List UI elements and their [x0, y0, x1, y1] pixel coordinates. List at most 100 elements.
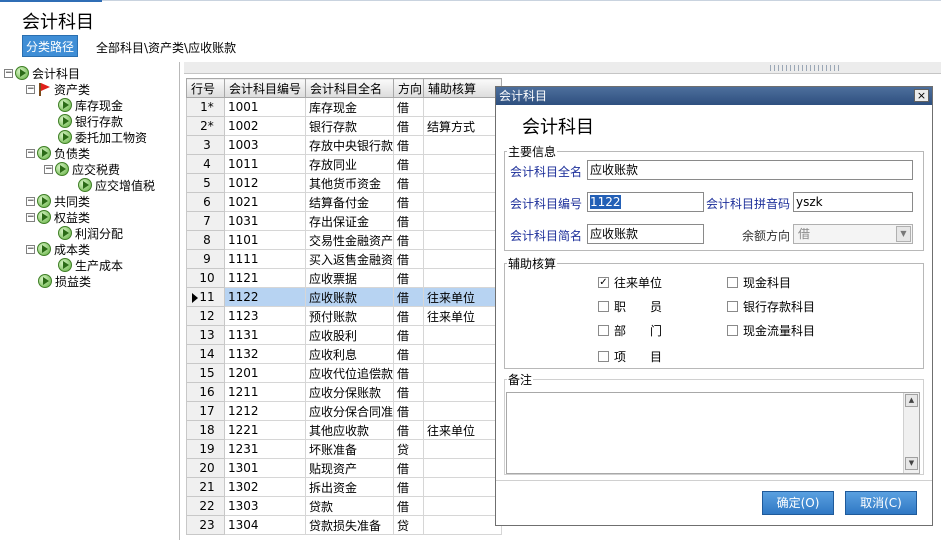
cell-direction[interactable]: 借: [393, 173, 425, 193]
cell-full-name[interactable]: 应收票据: [304, 268, 395, 288]
accounts-table[interactable]: 行号 会计科目编号 会计科目全名 方向 辅助核算 1* 1001 库存现金借 2* 10…: [186, 78, 503, 535]
cell-auxiliary[interactable]: [423, 230, 503, 250]
cell-row-no[interactable]: 9: [186, 249, 225, 269]
checkbox-box[interactable]: [598, 325, 609, 336]
cell-code[interactable]: 1212: [224, 401, 306, 421]
checkbox-box[interactable]: [727, 325, 738, 336]
table-row[interactable]: 23 1304 贷款损失准备贷: [186, 515, 503, 535]
table-row[interactable]: 21 1302 拆出资金借: [186, 477, 503, 497]
cell-full-name[interactable]: 应收账款: [304, 287, 395, 307]
cell-code[interactable]: 1302: [224, 477, 306, 497]
table-row[interactable]: 16 1211 应收分保账款借: [186, 382, 503, 402]
table-row[interactable]: 20 1301 贴现资产借: [186, 458, 503, 478]
cell-auxiliary[interactable]: [423, 154, 503, 174]
checkbox-box[interactable]: [598, 301, 609, 312]
cell-row-no[interactable]: 11: [186, 287, 225, 307]
cell-row-no[interactable]: 8: [186, 230, 225, 250]
cell-direction[interactable]: 借: [393, 154, 425, 174]
cell-auxiliary[interactable]: [423, 363, 503, 383]
collapse-icon[interactable]: −: [26, 212, 35, 222]
checkbox-box[interactable]: [727, 301, 738, 312]
cell-full-name[interactable]: 贴现资产: [304, 458, 395, 478]
account-tree[interactable]: − 会计科目 − 资产类 库存现金 银行存款 委托加工物资 − 负债类 − 应交…: [0, 62, 180, 540]
table-row[interactable]: 4 1011 存放同业借: [186, 154, 503, 174]
cell-auxiliary[interactable]: [423, 515, 503, 535]
pinyin-field[interactable]: yszk: [793, 192, 913, 212]
cell-direction[interactable]: 借: [393, 249, 425, 269]
cell-row-no[interactable]: 17: [186, 401, 225, 421]
cell-auxiliary[interactable]: [423, 135, 503, 155]
checkbox-box[interactable]: ✓: [598, 277, 609, 288]
column-header-direction[interactable]: 方向: [393, 78, 425, 98]
tree-root[interactable]: − 会计科目: [4, 65, 80, 81]
checkbox-counterparty[interactable]: ✓ 往来单位: [598, 274, 662, 291]
cell-code[interactable]: 1301: [224, 458, 306, 478]
table-row[interactable]: 9 1111 买入返售金融资借: [186, 249, 503, 269]
cell-row-no[interactable]: 14: [186, 344, 225, 364]
cell-direction[interactable]: 借: [393, 344, 425, 364]
cell-row-no[interactable]: 4: [186, 154, 225, 174]
table-row[interactable]: 11 1122 应收账款借往来单位: [186, 287, 503, 307]
category-path-button[interactable]: 分类路径: [22, 35, 78, 57]
cell-row-no[interactable]: 15: [186, 363, 225, 383]
cell-direction[interactable]: 借: [393, 192, 425, 212]
table-row[interactable]: 5 1012 其他货币资金借: [186, 173, 503, 193]
cell-row-no[interactable]: 16: [186, 382, 225, 402]
cell-direction[interactable]: 借: [393, 325, 425, 345]
tree-node-production-cost[interactable]: 生产成本: [58, 257, 123, 273]
table-row[interactable]: 2* 1002 银行存款借结算方式: [186, 116, 503, 136]
cell-auxiliary[interactable]: [423, 325, 503, 345]
cell-full-name[interactable]: 库存现金: [304, 97, 395, 117]
cell-code[interactable]: 1131: [224, 325, 306, 345]
collapse-icon[interactable]: −: [26, 84, 35, 94]
cell-full-name[interactable]: 贷款损失准备: [304, 515, 395, 535]
checkbox-cashflow-account[interactable]: 现金流量科目: [727, 322, 815, 339]
cell-auxiliary[interactable]: [423, 496, 503, 516]
cell-row-no[interactable]: 23: [186, 515, 225, 535]
tree-node-cost[interactable]: − 成本类: [26, 241, 90, 257]
ok-button[interactable]: 确定(O): [762, 491, 834, 515]
table-row[interactable]: 8 1101 交易性金融资产借: [186, 230, 503, 250]
short-name-field[interactable]: 应收账款: [587, 224, 704, 244]
dialog-titlebar[interactable]: 会计科目 ×: [496, 87, 932, 105]
cell-auxiliary[interactable]: [423, 458, 503, 478]
cell-full-name[interactable]: 存出保证金: [304, 211, 395, 231]
full-name-field[interactable]: 应收账款: [587, 160, 913, 180]
cell-direction[interactable]: 借: [393, 135, 425, 155]
cell-auxiliary[interactable]: [423, 97, 503, 117]
table-row[interactable]: 15 1201 应收代位追偿款借: [186, 363, 503, 383]
memo-scrollbar[interactable]: ▲ ▼: [903, 393, 919, 473]
table-row[interactable]: 22 1303 贷款借: [186, 496, 503, 516]
cell-auxiliary[interactable]: 往来单位: [423, 306, 503, 326]
cell-direction[interactable]: 贷: [393, 515, 425, 535]
cell-code[interactable]: 1123: [224, 306, 306, 326]
collapse-icon[interactable]: −: [44, 164, 53, 174]
cell-code[interactable]: 1221: [224, 420, 306, 440]
cell-auxiliary[interactable]: [423, 477, 503, 497]
cell-direction[interactable]: 贷: [393, 439, 425, 459]
table-row[interactable]: 19 1231 坏账准备贷: [186, 439, 503, 459]
tree-node-assets[interactable]: − 资产类: [26, 81, 90, 97]
cell-row-no[interactable]: 18: [186, 420, 225, 440]
cancel-button[interactable]: 取消(C): [845, 491, 917, 515]
cell-row-no[interactable]: 22: [186, 496, 225, 516]
cell-direction[interactable]: 借: [393, 458, 425, 478]
cell-full-name[interactable]: 买入返售金融资: [304, 249, 395, 269]
chevron-down-icon[interactable]: ▼: [896, 226, 911, 242]
scroll-up-icon[interactable]: ▲: [905, 394, 918, 407]
cell-direction[interactable]: 借: [393, 97, 425, 117]
cell-code[interactable]: 1111: [224, 249, 306, 269]
cell-auxiliary[interactable]: 往来单位: [423, 287, 503, 307]
checkbox-employee[interactable]: 职 员: [598, 298, 662, 315]
cell-row-no[interactable]: 2*: [186, 116, 225, 136]
cell-code[interactable]: 1012: [224, 173, 306, 193]
cell-code[interactable]: 1021: [224, 192, 306, 212]
cell-code[interactable]: 1303: [224, 496, 306, 516]
cell-full-name[interactable]: 存放中央银行款: [304, 135, 395, 155]
cell-direction[interactable]: 借: [393, 363, 425, 383]
tree-node-consigned-materials[interactable]: 委托加工物资: [58, 129, 147, 145]
checkbox-box[interactable]: [598, 351, 609, 362]
cell-full-name[interactable]: 贷款: [304, 496, 395, 516]
cell-row-no[interactable]: 20: [186, 458, 225, 478]
cell-direction[interactable]: 借: [393, 477, 425, 497]
